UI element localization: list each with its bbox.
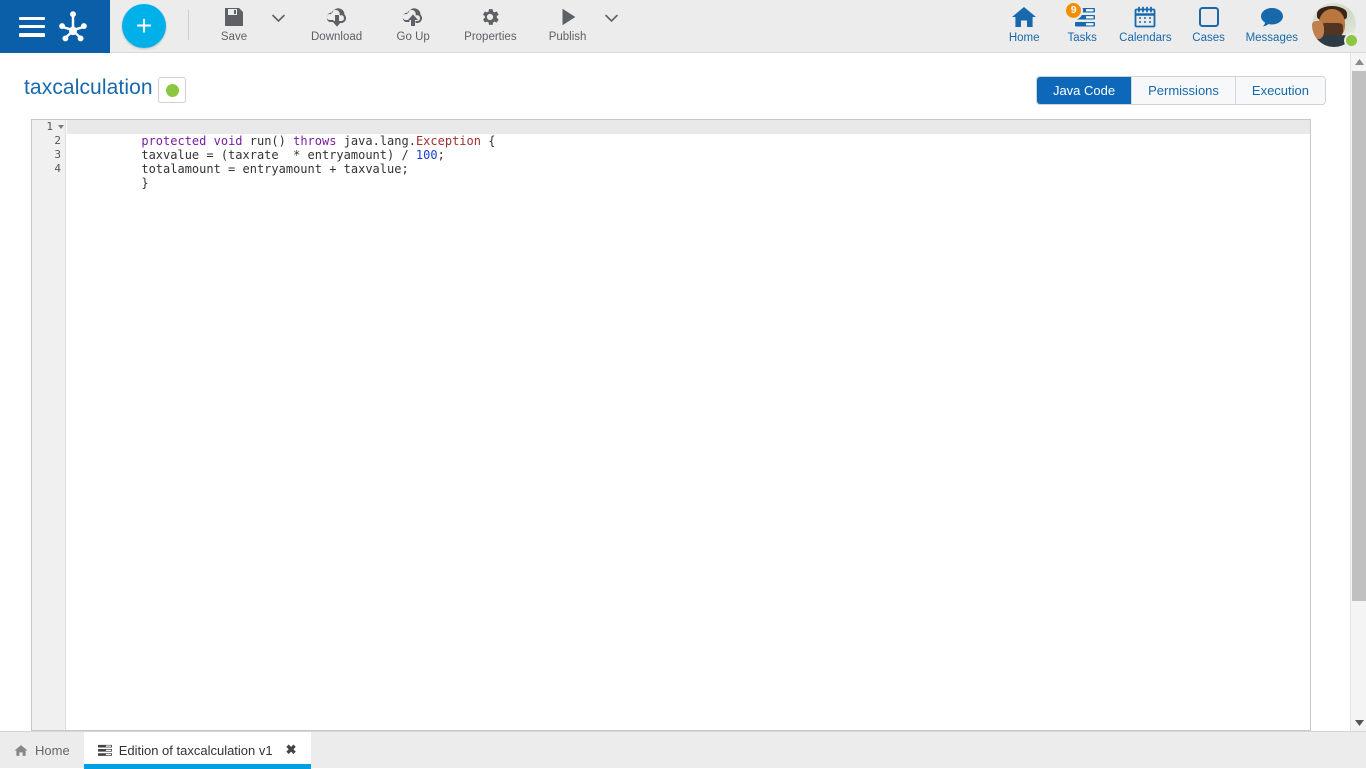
code-line[interactable]: } [67, 162, 1310, 176]
floppy-disk-icon [222, 4, 246, 30]
hamburger-menu-icon[interactable] [19, 17, 45, 37]
taskbar-item-editor[interactable]: Edition of taxcalculation v1 ✖ [84, 732, 311, 768]
editor-window-icon [98, 744, 112, 757]
gutter-row: 4 [32, 162, 65, 176]
nav-tasks-label: Tasks [1067, 32, 1096, 44]
home-icon [1011, 3, 1037, 31]
cloud-upload-icon [400, 4, 426, 30]
line-number: 3 [31, 148, 65, 162]
brand-area [0, 0, 110, 53]
taskbar-item-editor-label: Edition of taxcalculation v1 [119, 743, 273, 758]
nav-calendars-label: Calendars [1119, 32, 1171, 44]
toolbar-spacer [625, 0, 996, 52]
code-line[interactable]: totalamount = entryamount + taxvalue; [67, 148, 1310, 162]
page-title: taxcalculation [24, 76, 153, 100]
save-label: Save [221, 31, 247, 43]
play-triangle-icon [557, 4, 579, 30]
nav-tasks[interactable]: 9 Tasks [1053, 0, 1111, 44]
save-button[interactable]: Save [203, 0, 265, 45]
gutter-row: 2 [32, 134, 65, 148]
calendar-icon [1133, 3, 1157, 31]
editor-code-area[interactable]: protected void run() throws java.lang.Ex… [67, 120, 1310, 730]
top-toolbar: + Save Download [0, 0, 1366, 53]
go-up-label: Go Up [397, 31, 430, 43]
speech-bubble-icon [1259, 3, 1285, 31]
nav-calendars[interactable]: Calendars [1111, 0, 1179, 44]
publish-button[interactable]: Publish [537, 0, 599, 45]
scroll-up-arrow[interactable] [1351, 53, 1366, 70]
taskbar-item-home[interactable]: Home [0, 732, 84, 768]
view-tabs: Java Code Permissions Execution [1036, 76, 1326, 105]
download-label: Download [311, 31, 362, 43]
scroll-down-arrow[interactable] [1351, 714, 1366, 731]
properties-button[interactable]: Properties [457, 0, 523, 45]
nav-cases-label: Cases [1192, 32, 1225, 44]
status-badge[interactable] [158, 77, 186, 103]
nav-cases[interactable]: Cases [1180, 0, 1238, 44]
go-up-button[interactable]: Go Up [382, 0, 444, 45]
code-line[interactable]: protected void run() throws java.lang.Ex… [67, 120, 1310, 134]
save-dropdown-caret[interactable] [265, 0, 291, 23]
line-number: 4 [31, 162, 65, 176]
close-icon[interactable]: ✖ [286, 742, 297, 758]
tab-permissions[interactable]: Permissions [1132, 77, 1236, 104]
scrollbar-thumb[interactable] [1352, 71, 1366, 601]
green-status-dot [166, 84, 179, 97]
top-navigation: Home 9 Tasks [995, 0, 1366, 52]
publish-dropdown-caret[interactable] [599, 0, 625, 23]
java-code-editor[interactable]: 1 2 3 4 protected void run() throws java… [31, 119, 1311, 731]
editor-gutter: 1 2 3 4 [32, 120, 66, 730]
taskbar-item-home-label: Home [35, 743, 70, 758]
bonita-frog-logo[interactable] [54, 8, 92, 46]
gutter-row: 1 [32, 120, 65, 134]
gear-icon [479, 4, 501, 30]
avatar[interactable] [1312, 3, 1358, 49]
nav-messages[interactable]: Messages [1238, 0, 1306, 44]
add-button[interactable]: + [122, 4, 166, 48]
tab-execution[interactable]: Execution [1236, 77, 1325, 104]
code-text: } [141, 176, 148, 190]
bottom-taskbar: Home Edition of taxcalculation v1 ✖ [0, 731, 1366, 768]
properties-label: Properties [464, 31, 516, 43]
vertical-scrollbar[interactable] [1350, 53, 1366, 731]
download-button[interactable]: Download [304, 0, 369, 45]
publish-label: Publish [549, 31, 587, 43]
nav-home-label: Home [1009, 32, 1040, 44]
tab-java-code[interactable]: Java Code [1037, 77, 1132, 104]
square-outline-icon [1197, 3, 1221, 31]
home-icon [14, 744, 28, 757]
code-line[interactable]: taxvalue = (taxrate * entryamount) / 100… [67, 134, 1310, 148]
code-fold-toggle-icon[interactable] [58, 125, 64, 129]
toolbar-actions: Save Download Go Up [203, 0, 625, 52]
presence-status-dot [1344, 33, 1359, 48]
tasks-list-icon: 9 [1067, 3, 1097, 31]
cloud-download-icon [324, 4, 350, 30]
nav-home[interactable]: Home [995, 0, 1053, 44]
gutter-row: 3 [32, 148, 65, 162]
line-number: 2 [31, 134, 65, 148]
nav-messages-label: Messages [1246, 32, 1298, 44]
